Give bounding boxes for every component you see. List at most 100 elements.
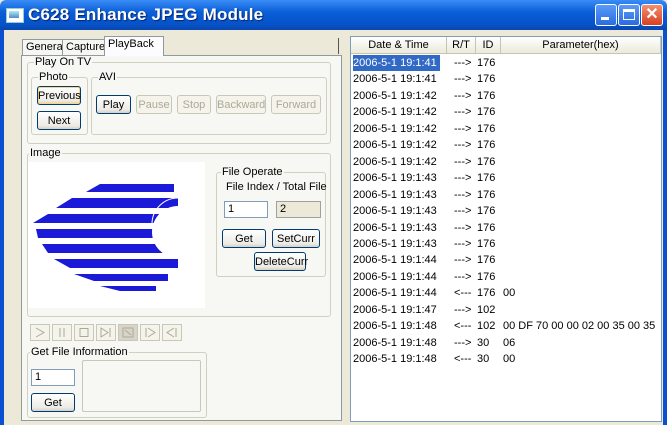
column-header-rt[interactable]: R/T bbox=[447, 37, 476, 54]
table-row[interactable]: 2006-5-1 19:1:43 ---> 176 bbox=[351, 236, 661, 252]
tb-step-back-button[interactable] bbox=[162, 324, 182, 341]
pause-icon bbox=[59, 328, 65, 337]
cell-id: 176 bbox=[477, 139, 496, 152]
maximize-button[interactable] bbox=[618, 4, 640, 26]
table-row[interactable]: 2006-5-1 19:1:47 ---> 102 bbox=[351, 302, 661, 318]
cell-rt: ---> bbox=[454, 172, 472, 185]
snapshot-icon bbox=[122, 327, 134, 338]
cell-date-time: 2006-5-1 19:1:42 bbox=[353, 122, 437, 135]
cell-parameter: 00 bbox=[503, 287, 516, 300]
tb-play-button[interactable] bbox=[30, 324, 50, 341]
cell-date-time: 2006-5-1 19:1:48 bbox=[353, 336, 437, 349]
tab-general[interactable]: General bbox=[22, 39, 66, 56]
set-curr-button[interactable]: SetCurr bbox=[272, 229, 320, 248]
column-header-parameter[interactable]: Parameter(hex) bbox=[501, 37, 661, 54]
table-row[interactable]: 2006-5-1 19:1:42 ---> 176 bbox=[351, 104, 661, 120]
file-info-input[interactable]: 1 bbox=[31, 369, 75, 386]
table-row[interactable]: 2006-5-1 19:1:48 <--- 102 00 DF 70 00 00 02… bbox=[351, 318, 661, 334]
cell-rt: ---> bbox=[454, 73, 472, 86]
app-icon[interactable] bbox=[6, 8, 24, 23]
logo-image bbox=[33, 184, 205, 291]
file-get-button[interactable]: Get bbox=[222, 229, 266, 248]
minimize-icon bbox=[601, 17, 609, 20]
cell-id: 176 bbox=[477, 172, 496, 185]
cell-id: 176 bbox=[477, 221, 496, 234]
table-row[interactable]: 2006-5-1 19:1:43 ---> 176 bbox=[351, 170, 661, 186]
image-label: Image bbox=[29, 147, 62, 159]
close-button[interactable]: ✕ bbox=[641, 4, 663, 26]
forward-button[interactable]: Forward bbox=[271, 95, 321, 114]
cell-rt: ---> bbox=[454, 57, 472, 69]
table-row[interactable]: 2006-5-1 19:1:42 ---> 176 bbox=[351, 154, 661, 170]
window-frame-right bbox=[663, 30, 667, 425]
backward-button[interactable]: Backward bbox=[216, 95, 266, 114]
maximize-icon bbox=[623, 9, 635, 20]
file-index-input[interactable]: 1 bbox=[224, 201, 268, 218]
table-row[interactable]: 2006-5-1 19:1:42 ---> 176 bbox=[351, 137, 661, 153]
tab-playback[interactable]: PlayBack bbox=[104, 36, 164, 56]
stop-icon bbox=[79, 328, 89, 337]
cell-rt: <--- bbox=[454, 353, 472, 366]
skip-forward-icon bbox=[100, 327, 111, 338]
cell-date-time: 2006-5-1 19:1:41 bbox=[353, 55, 440, 71]
table-row[interactable]: 2006-5-1 19:1:43 ---> 176 bbox=[351, 203, 661, 219]
stop-button[interactable]: Stop bbox=[177, 95, 211, 114]
column-header-id[interactable]: ID bbox=[476, 37, 501, 54]
cell-date-time: 2006-5-1 19:1:44 bbox=[353, 254, 437, 267]
cell-rt: ---> bbox=[454, 89, 472, 102]
table-row[interactable]: 2006-5-1 19:1:42 ---> 176 bbox=[351, 121, 661, 137]
cell-date-time: 2006-5-1 19:1:42 bbox=[353, 89, 437, 102]
play-icon bbox=[35, 327, 46, 338]
cell-date-time: 2006-5-1 19:1:44 bbox=[353, 287, 437, 300]
avi-label: AVI bbox=[98, 71, 117, 83]
pause-button[interactable]: Pause bbox=[136, 95, 172, 114]
table-row[interactable]: 2006-5-1 19:1:44 ---> 176 bbox=[351, 269, 661, 285]
cell-id: 176 bbox=[477, 155, 496, 168]
cell-date-time: 2006-5-1 19:1:43 bbox=[353, 205, 437, 218]
table-row[interactable]: 2006-5-1 19:1:41 ---> 176 bbox=[351, 71, 661, 87]
cell-parameter: 06 bbox=[503, 336, 516, 349]
cell-date-time: 2006-5-1 19:1:47 bbox=[353, 303, 437, 316]
cell-rt: <--- bbox=[454, 287, 472, 300]
cell-date-time: 2006-5-1 19:1:41 bbox=[353, 73, 437, 86]
next-button[interactable]: Next bbox=[37, 111, 81, 130]
table-row[interactable]: 2006-5-1 19:1:48 ---> 30 06 bbox=[351, 335, 661, 351]
step-forward-icon bbox=[145, 327, 156, 338]
tab-capture[interactable]: Capture bbox=[62, 39, 110, 56]
column-header-date-time[interactable]: Date & Time bbox=[351, 37, 447, 54]
cell-id: 176 bbox=[477, 188, 496, 201]
cell-rt: ---> bbox=[454, 106, 472, 119]
delete-curr-button[interactable]: DeleteCurr bbox=[254, 252, 308, 271]
minimize-button[interactable] bbox=[595, 4, 617, 26]
cell-id: 176 bbox=[477, 254, 496, 267]
tb-snapshot-button[interactable] bbox=[118, 324, 138, 341]
table-row[interactable]: 2006-5-1 19:1:48 <--- 30 00 bbox=[351, 351, 661, 367]
file-info-get-button[interactable]: Get bbox=[31, 393, 75, 412]
play-button[interactable]: Play bbox=[96, 95, 131, 114]
table-row[interactable]: 2006-5-1 19:1:44 ---> 176 bbox=[351, 252, 661, 268]
table-row[interactable]: 2006-5-1 19:1:43 ---> 176 bbox=[351, 187, 661, 203]
tb-pause-button[interactable] bbox=[52, 324, 72, 341]
title-bar[interactable]: C628 Enhance JPEG Module ✕ bbox=[0, 0, 667, 30]
cell-rt: ---> bbox=[454, 221, 472, 234]
cell-rt: ---> bbox=[454, 155, 472, 168]
tb-stop-button[interactable] bbox=[74, 324, 94, 341]
table-row[interactable]: 2006-5-1 19:1:44 <--- 176 00 bbox=[351, 285, 661, 301]
cell-parameter: 00 bbox=[503, 353, 516, 366]
photo-label: Photo bbox=[38, 71, 69, 83]
tb-step-forward-button[interactable] bbox=[140, 324, 160, 341]
cell-date-time: 2006-5-1 19:1:43 bbox=[353, 221, 437, 234]
previous-button[interactable]: Previous bbox=[37, 86, 81, 105]
file-index-label: File Index / Total File bbox=[226, 181, 327, 193]
cell-id: 176 bbox=[477, 287, 496, 300]
cell-id: 102 bbox=[477, 320, 496, 333]
cell-id: 30 bbox=[477, 353, 490, 366]
tb-next-button[interactable] bbox=[96, 324, 116, 341]
table-row[interactable]: 2006-5-1 19:1:42 ---> 176 bbox=[351, 88, 661, 104]
table-row[interactable]: 2006-5-1 19:1:41 ---> 176 bbox=[351, 55, 661, 71]
cell-id: 176 bbox=[477, 237, 496, 250]
log-list[interactable]: Date & Time R/T ID Parameter(hex) 2006-5… bbox=[350, 36, 662, 422]
cell-date-time: 2006-5-1 19:1:43 bbox=[353, 172, 437, 185]
cell-date-time: 2006-5-1 19:1:48 bbox=[353, 353, 437, 366]
table-row[interactable]: 2006-5-1 19:1:43 ---> 176 bbox=[351, 220, 661, 236]
